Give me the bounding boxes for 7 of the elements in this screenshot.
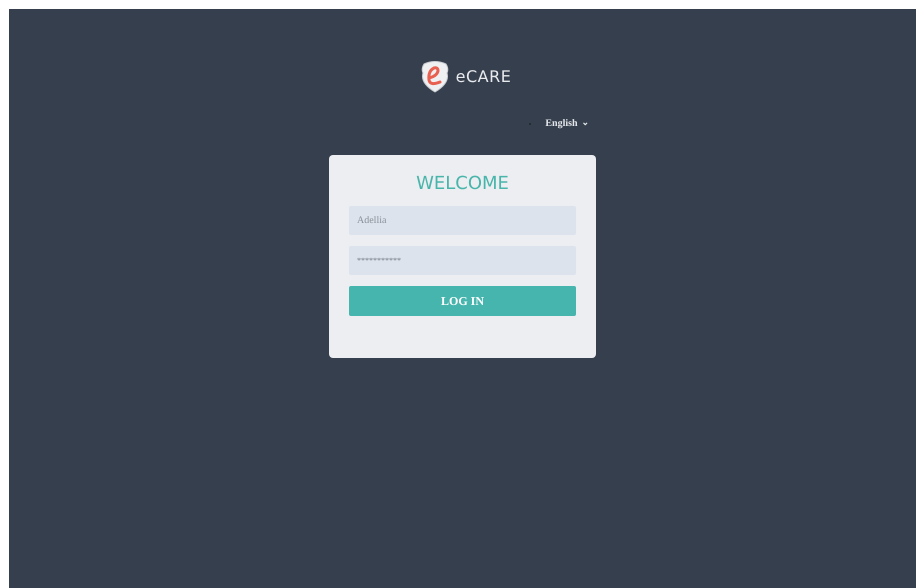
shield-logo-icon [420, 59, 450, 93]
welcome-title: WELCOME [416, 173, 509, 194]
username-field[interactable]: Adellia [349, 206, 576, 235]
logo-text: eCARE [456, 66, 512, 86]
language-dropdown[interactable]: English ⌄ [545, 118, 590, 129]
login-button[interactable]: LOG IN [349, 286, 576, 316]
password-field[interactable]: *********** [349, 246, 576, 275]
